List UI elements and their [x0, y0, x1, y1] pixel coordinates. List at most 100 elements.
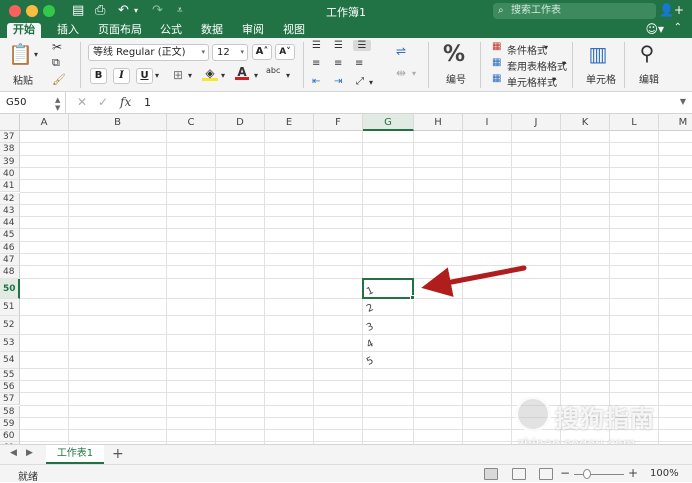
align-bottom-icon[interactable]: ☰	[353, 40, 371, 51]
fill-handle[interactable]	[410, 294, 415, 300]
cell-g53[interactable]: 4	[365, 338, 375, 351]
cell-g51[interactable]: 2	[365, 302, 375, 315]
tab-view[interactable]: 视图	[283, 23, 305, 38]
align-top-icon[interactable]: ☰	[312, 40, 321, 51]
editing-label[interactable]: 编辑	[639, 71, 659, 86]
next-sheet-icon[interactable]: ▶	[26, 448, 33, 458]
tab-insert[interactable]: 插入	[57, 23, 79, 38]
row-header-59[interactable]: 59	[0, 417, 20, 431]
align-center-icon[interactable]: ≡	[334, 58, 342, 69]
row-header-38[interactable]: 38	[0, 143, 20, 156]
number-format-icon[interactable]: %	[440, 42, 468, 67]
conditional-format-button[interactable]: 条件格式	[507, 42, 547, 57]
prev-sheet-icon[interactable]: ◀	[10, 448, 17, 458]
row-header-45[interactable]: 45	[0, 229, 20, 242]
bold-button[interactable]: B	[90, 68, 107, 84]
add-sheet-button[interactable]: +	[112, 446, 124, 462]
decrease-indent-icon[interactable]: ⇤	[312, 76, 320, 87]
row-header-41[interactable]: 41	[0, 180, 20, 193]
confirm-entry-icon[interactable]: ✓	[98, 95, 108, 109]
cancel-entry-icon[interactable]: ✕	[77, 95, 87, 109]
cell-g54[interactable]: 5	[365, 355, 375, 368]
underline-button[interactable]: U	[136, 68, 153, 84]
column-header-c[interactable]: C	[167, 114, 216, 131]
selected-cell-border[interactable]	[362, 277, 414, 299]
tab-formulas[interactable]: 公式	[160, 23, 182, 38]
zoom-level[interactable]: 100%	[650, 468, 679, 479]
number-label[interactable]: 编号	[446, 71, 466, 86]
format-painter-icon[interactable]: 🖌	[52, 73, 66, 86]
borders-icon[interactable]: ⊞	[170, 68, 186, 82]
normal-view-button[interactable]	[484, 468, 498, 480]
column-header-j[interactable]: J	[512, 114, 561, 131]
row-header-51[interactable]: 51	[0, 298, 20, 316]
tab-review[interactable]: 审阅	[242, 23, 264, 38]
row-header-42[interactable]: 42	[0, 192, 20, 205]
font-color-dropdown-icon[interactable]: ▾	[254, 71, 258, 80]
align-middle-icon[interactable]: ☰	[334, 40, 343, 51]
add-user-icon[interactable]: 👤+	[659, 3, 684, 17]
row-header-40[interactable]: 40	[0, 167, 20, 181]
align-left-icon[interactable]: ≡	[312, 58, 320, 69]
chevron-down-icon[interactable]: ▼	[680, 97, 686, 106]
fill-color-icon[interactable]: ◈	[202, 66, 218, 81]
sheet-tab-1[interactable]: 工作表1	[46, 445, 104, 464]
cell-g52[interactable]: 3	[365, 321, 375, 334]
row-header-55[interactable]: 55	[0, 368, 20, 381]
zoom-slider[interactable]	[574, 474, 624, 475]
row-header-54[interactable]: 54	[0, 351, 20, 369]
font-color-icon[interactable]: A	[235, 65, 249, 80]
paste-icon[interactable]: 📋	[8, 42, 33, 66]
formula-input[interactable]: 1	[144, 92, 151, 114]
zoom-out-button[interactable]: −	[560, 466, 570, 480]
paste-dropdown-icon[interactable]: ▾	[34, 50, 38, 59]
fill-color-dropdown-icon[interactable]: ▾	[221, 71, 225, 80]
row-header-57[interactable]: 57	[0, 393, 20, 406]
cells-label[interactable]: 单元格	[586, 71, 616, 86]
align-right-icon[interactable]: ≡	[355, 58, 363, 69]
tab-page-layout[interactable]: 页面布局	[98, 23, 142, 38]
editing-search-icon[interactable]: ⚲	[634, 41, 660, 65]
increase-indent-icon[interactable]: ⇥	[334, 76, 342, 87]
tab-data[interactable]: 数据	[201, 23, 223, 38]
phonetic-guide-icon[interactable]: abc	[266, 66, 280, 75]
row-header-46[interactable]: 46	[0, 241, 20, 254]
row-header-56[interactable]: 56	[0, 380, 20, 394]
underline-dropdown-icon[interactable]: ▾	[155, 71, 159, 80]
row-header-44[interactable]: 44	[0, 217, 20, 230]
chevron-down-icon[interactable]: ▾	[552, 75, 556, 84]
worksheet-grid[interactable]: ABCDEFGHIJKLM 37 38 39 40 41 42 43 44 45 46 47 48 50…	[0, 114, 692, 444]
chevron-down-icon[interactable]: ▾	[562, 59, 566, 68]
row-header-52[interactable]: 52	[0, 315, 20, 335]
grow-font-button[interactable]: A˄	[252, 44, 272, 60]
row-header-50[interactable]: 50	[0, 278, 20, 299]
search-input[interactable]: ⌕ 搜索工作表	[493, 3, 656, 19]
shrink-font-button[interactable]: A˅	[275, 44, 295, 60]
wrap-text-icon[interactable]: ⇌	[396, 44, 406, 58]
borders-dropdown-icon[interactable]: ▾	[188, 71, 192, 80]
column-header-f[interactable]: F	[314, 114, 363, 131]
column-header-l[interactable]: L	[610, 114, 659, 131]
copy-icon[interactable]: ⧉	[52, 56, 60, 70]
cells-icon[interactable]: ▥	[584, 42, 612, 66]
row-header-58[interactable]: 58	[0, 405, 20, 418]
column-header-m[interactable]: M	[659, 114, 692, 131]
row-header-39[interactable]: 39	[0, 155, 20, 168]
font-name-select[interactable]: 等线 Regular (正文) ▾	[88, 44, 209, 61]
zoom-slider-thumb[interactable]	[583, 469, 591, 479]
cell-styles-button[interactable]: 单元格样式	[507, 74, 557, 89]
select-all-corner[interactable]	[0, 114, 20, 131]
row-header-43[interactable]: 43	[0, 204, 20, 218]
phonetic-dropdown-icon[interactable]: ▾	[286, 71, 290, 80]
feedback-smiley-icon[interactable]: ☺▾	[645, 22, 664, 36]
zoom-in-button[interactable]: +	[628, 466, 638, 480]
column-header-d[interactable]: D	[216, 114, 265, 131]
merge-center-icon[interactable]: ⇹	[396, 66, 406, 80]
orientation-dropdown-icon[interactable]: ▾	[369, 78, 373, 87]
column-header-i[interactable]: I	[463, 114, 512, 131]
collapse-ribbon-icon[interactable]: ⌃	[674, 22, 682, 33]
column-header-b[interactable]: B	[69, 114, 167, 131]
column-header-h[interactable]: H	[414, 114, 463, 131]
page-layout-view-button[interactable]	[512, 468, 526, 480]
column-header-e[interactable]: E	[265, 114, 314, 131]
